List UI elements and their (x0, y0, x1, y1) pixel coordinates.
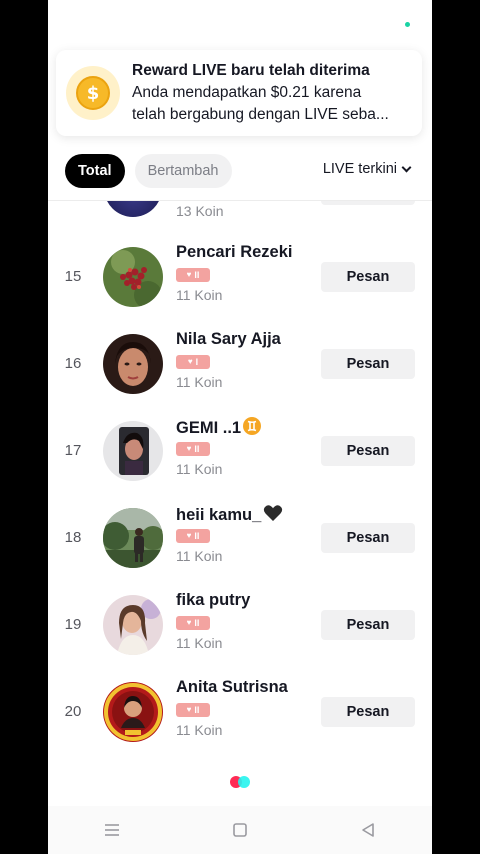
user-name: fika putry (176, 591, 251, 609)
rank-number: 20 (64, 703, 82, 720)
message-button[interactable]: Pesan (321, 697, 415, 727)
coin-count: 11 Koin (176, 461, 223, 477)
fan-level-badge: ♥ II (176, 268, 210, 282)
list-item[interactable]: 15 Pencari Rezeki ♥ II 11 Koin Pesan (48, 233, 432, 320)
chevron-down-icon (401, 162, 412, 172)
rank-number: 15 (64, 268, 82, 285)
tab-bertambah[interactable]: Bertambah (134, 154, 232, 188)
message-button-partial[interactable] (321, 201, 415, 205)
list-item[interactable]: 20 Anita Sutrisna ♥ II 11 Koin Pesan (48, 668, 432, 755)
coin-count: 13 Koin (176, 203, 224, 219)
home-square-icon[interactable] (220, 810, 260, 850)
avatar[interactable] (103, 682, 163, 742)
fan-level-badge: ♥ I (176, 355, 210, 369)
fan-level-badge: ♥ II (176, 703, 210, 717)
reward-toast[interactable]: $ Reward LIVE baru telah diterima Anda m… (56, 50, 422, 136)
list-item[interactable]: 19 fika putry ♥ II 11 Koin Pesan (48, 581, 432, 668)
avatar[interactable] (103, 508, 163, 568)
fan-level-badge: ♥ II (176, 616, 210, 630)
fan-level-badge: ♥ II (176, 442, 210, 456)
sort-dropdown[interactable]: LIVE terkini (322, 161, 412, 177)
list-item[interactable]: 16 Nila Sary Ajja ♥ I 11 Koin Pesan (48, 320, 432, 407)
gemini-zodiac-icon (243, 417, 262, 440)
dollar-coin-icon: $ (66, 66, 120, 120)
avatar[interactable] (103, 595, 163, 655)
list-item-partial: 13 Koin (48, 201, 432, 227)
user-name: Anita Sutrisna (176, 678, 288, 696)
live-gifters-screen: $ Reward LIVE baru telah diterima Anda m… (48, 0, 432, 854)
coin-count: 11 Koin (176, 287, 223, 303)
toast-title: Reward LIVE baru telah diterima (132, 62, 370, 79)
avatar[interactable] (103, 247, 163, 307)
rank-number: 16 (64, 355, 82, 372)
user-name: Nila Sary Ajja (176, 330, 281, 348)
avatar[interactable] (103, 421, 163, 481)
list-item[interactable]: 17 GEMI ..1 ♥ II 11 Koin Pesan (48, 407, 432, 494)
toast-body: Anda mendapatkan $0.21 karena telah berg… (132, 84, 389, 123)
heart-icon: ♥ (186, 270, 192, 279)
rank-number: 17 (64, 442, 82, 459)
coin-count: 11 Koin (176, 635, 223, 651)
avatar[interactable] (103, 334, 163, 394)
user-name: Pencari Rezeki (176, 243, 293, 261)
loading-indicator (230, 776, 252, 788)
avatar (104, 201, 162, 217)
user-name: heii kamu_ (176, 504, 283, 527)
message-button[interactable]: Pesan (321, 436, 415, 466)
status-indicator-dot (405, 22, 410, 27)
menu-icon[interactable] (92, 810, 132, 850)
message-button[interactable]: Pesan (321, 523, 415, 553)
coin-count: 11 Koin (176, 548, 223, 564)
sort-label: LIVE terkini (322, 161, 397, 177)
black-heart-icon (263, 504, 283, 527)
user-name: GEMI ..1 (176, 417, 262, 440)
fan-level-badge: ♥ II (176, 529, 210, 543)
rank-number: 19 (64, 616, 82, 633)
heart-icon: ♥ (186, 618, 192, 627)
system-nav-bar (48, 806, 432, 854)
tab-total[interactable]: Total (65, 154, 125, 188)
back-triangle-icon[interactable] (348, 810, 388, 850)
heart-icon: ♥ (186, 705, 192, 714)
heart-icon: ♥ (186, 531, 192, 540)
message-button[interactable]: Pesan (321, 262, 415, 292)
message-button[interactable]: Pesan (321, 610, 415, 640)
rank-number: 18 (64, 529, 82, 546)
heart-icon: ♥ (186, 444, 192, 453)
heart-icon: ♥ (187, 357, 193, 366)
list-item[interactable]: 18 heii kamu_ ♥ II 11 Koin Pesan (48, 494, 432, 581)
coin-count: 11 Koin (176, 722, 223, 738)
message-button[interactable]: Pesan (321, 349, 415, 379)
coin-count: 11 Koin (176, 374, 223, 390)
